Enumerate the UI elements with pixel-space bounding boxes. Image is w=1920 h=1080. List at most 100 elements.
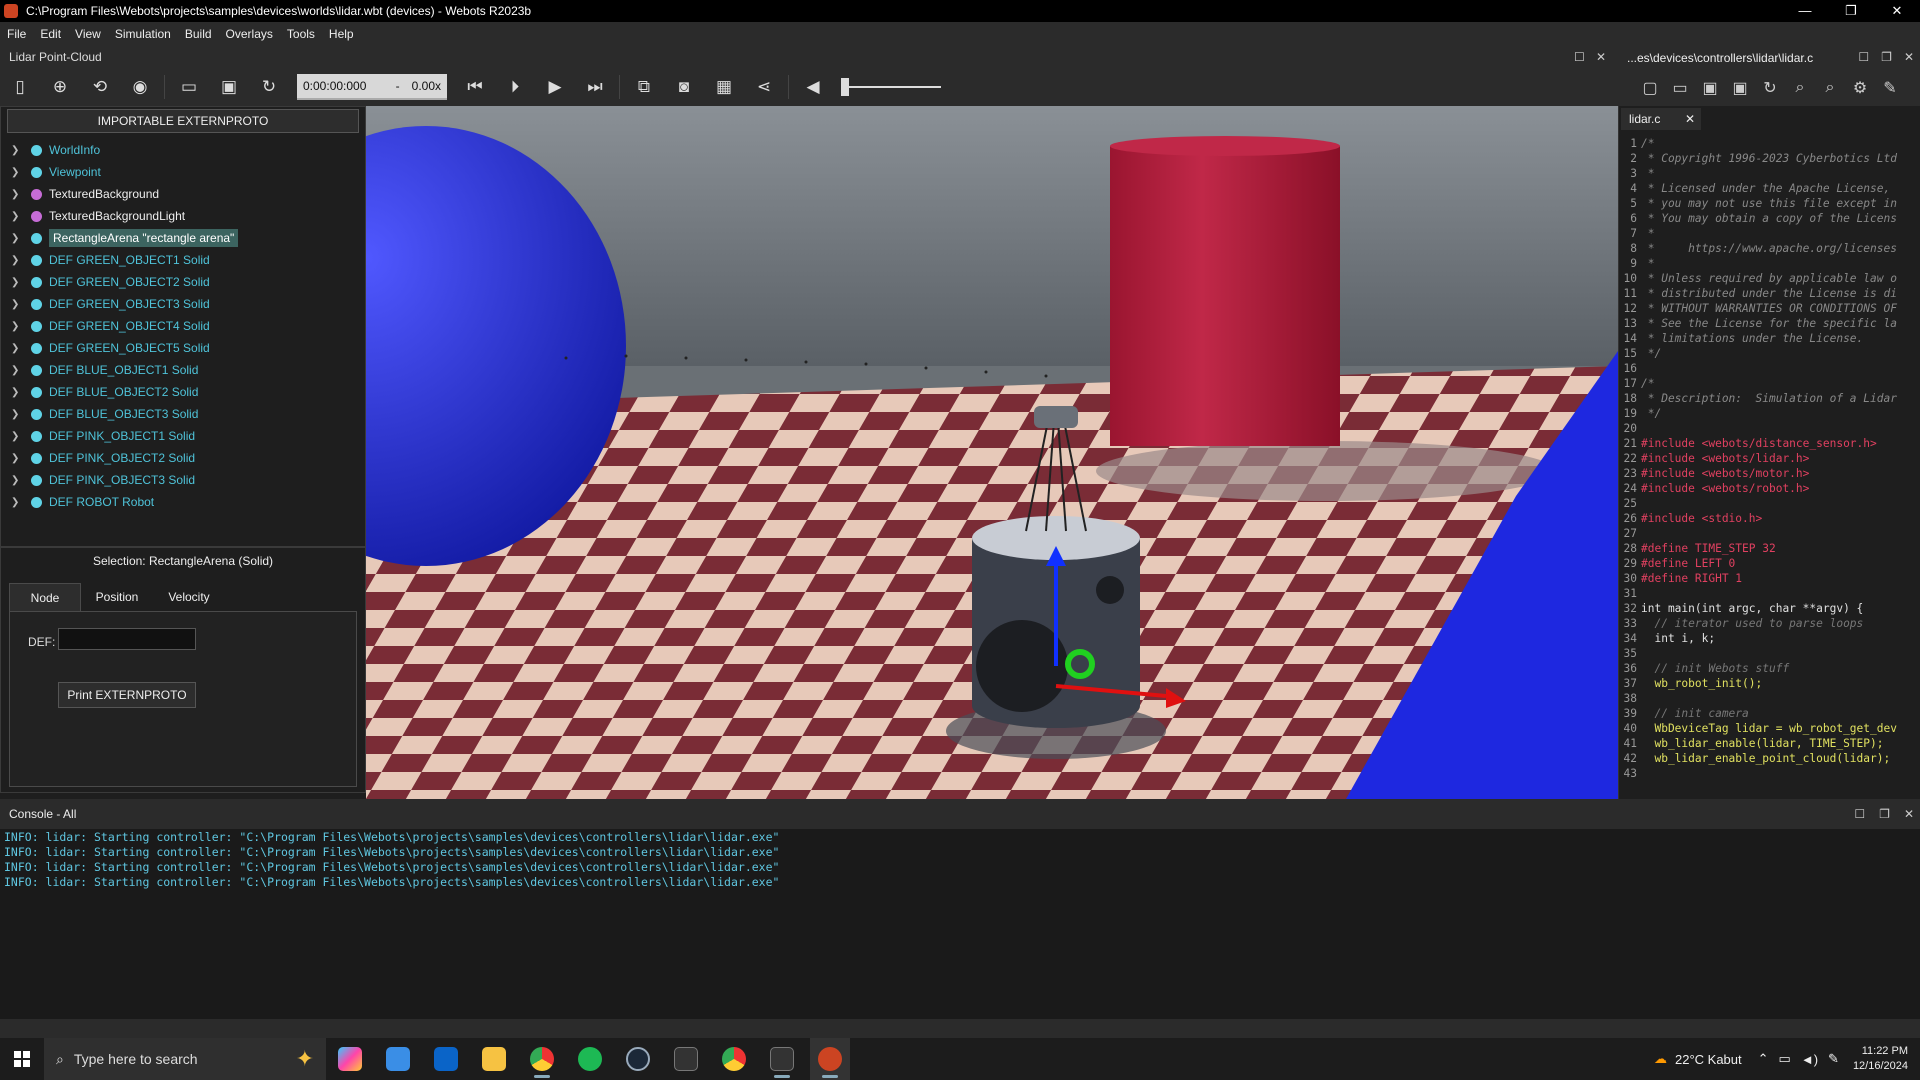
webots-taskbar-icon[interactable] (810, 1038, 850, 1080)
importable-externproto-button[interactable]: IMPORTABLE EXTERNPROTO (7, 109, 359, 133)
menu-overlays[interactable]: Overlays (219, 27, 280, 41)
def-input[interactable] (58, 628, 196, 650)
pen-icon[interactable]: ✎ (1828, 1051, 1839, 1067)
menu-edit[interactable]: Edit (33, 27, 68, 41)
record-movie-icon[interactable]: ▦ (709, 72, 739, 102)
tree-item[interactable]: ❯ DEF GREEN_OBJECT5 Solid (5, 337, 363, 359)
volume-slider[interactable] (841, 75, 941, 99)
chevron-right-icon[interactable]: ❯ (11, 343, 23, 354)
tree-item[interactable]: ❯ DEF PINK_OBJECT3 Solid (5, 469, 363, 491)
share-icon[interactable]: ⋖ (749, 72, 779, 102)
clock[interactable]: 11:22 PM 12/16/2024 (1853, 1044, 1908, 1074)
play-icon[interactable]: ▶ (540, 72, 570, 102)
chevron-right-icon[interactable]: ❯ (11, 167, 23, 178)
tree-item[interactable]: ❯ DEF GREEN_OBJECT1 Solid (5, 249, 363, 271)
chevron-right-icon[interactable]: ❯ (11, 387, 23, 398)
code-editor[interactable]: 1/* 2 * Copyright 1996-2023 Cyberbotics L… (1619, 136, 1920, 796)
tree-item[interactable]: ❯ DEF GREEN_OBJECT3 Solid (5, 293, 363, 315)
new-file-icon[interactable]: ▢ (1638, 76, 1662, 100)
find-icon[interactable]: ⌕ (1788, 76, 1812, 100)
render-toggle-icon[interactable]: ⧉ (629, 72, 659, 102)
clean-icon[interactable]: ✎ (1878, 76, 1902, 100)
chevron-right-icon[interactable]: ❯ (11, 497, 23, 508)
3d-viewport[interactable] (366, 106, 1618, 799)
chevron-right-icon[interactable]: ❯ (11, 431, 23, 442)
tree-item[interactable]: ❯ DEF PINK_OBJECT2 Solid (5, 447, 363, 469)
chevron-right-icon[interactable]: ❯ (11, 475, 23, 486)
save-as-icon[interactable]: ▣ (1728, 76, 1752, 100)
network-icon[interactable]: ▭ (1779, 1051, 1791, 1067)
tree-item[interactable]: ❯ Viewpoint (5, 161, 363, 183)
chevron-right-icon[interactable]: ❯ (11, 299, 23, 310)
editor-close-icon[interactable]: ✕ (1904, 50, 1914, 64)
tree-item[interactable]: ❯ DEF PINK_OBJECT1 Solid (5, 425, 363, 447)
tree-item[interactable]: ❯ RectangleArena "rectangle arena" (5, 227, 363, 249)
console-output[interactable]: INFO: lidar: Starting controller: "C:\Pr… (0, 829, 1920, 1019)
screenshot-icon[interactable]: ◙ (669, 72, 699, 102)
chevron-right-icon[interactable]: ❯ (11, 453, 23, 464)
tree-item[interactable]: ❯ DEF BLUE_OBJECT3 Solid (5, 403, 363, 425)
menu-help[interactable]: Help (322, 27, 361, 41)
tab-position[interactable]: Position (81, 583, 153, 611)
editor-float-icon[interactable]: ☐ (1858, 50, 1869, 64)
tree-item[interactable]: ❯ WorldInfo (5, 139, 363, 161)
menu-tools[interactable]: Tools (280, 27, 322, 41)
reset-simulation-icon[interactable]: ⏮ (460, 72, 490, 102)
chevron-right-icon[interactable]: ❯ (11, 365, 23, 376)
tree-item[interactable]: ❯ DEF BLUE_OBJECT2 Solid (5, 381, 363, 403)
chrome-icon[interactable] (522, 1038, 562, 1080)
tab-lidar-c[interactable]: lidar.c ✕ (1621, 108, 1701, 130)
menu-file[interactable]: File (0, 27, 33, 41)
store-icon[interactable] (378, 1038, 418, 1080)
reload-world-icon[interactable]: ↻ (254, 72, 284, 102)
steam-icon[interactable] (618, 1038, 658, 1080)
tree-item[interactable]: ❯ TexturedBackground (5, 183, 363, 205)
menu-view[interactable]: View (68, 27, 108, 41)
menu-build[interactable]: Build (178, 27, 219, 41)
tab-velocity[interactable]: Velocity (153, 583, 225, 611)
tree-item[interactable]: ❯ DEF BLUE_OBJECT1 Solid (5, 359, 363, 381)
menu-simulation[interactable]: Simulation (108, 27, 178, 41)
reset-viewpoint-icon[interactable]: ⟲ (85, 72, 115, 102)
revert-icon[interactable]: ↻ (1758, 76, 1782, 100)
outlook-icon[interactable] (426, 1038, 466, 1080)
print-externproto-button[interactable]: Print EXTERNPROTO (58, 682, 196, 708)
chevron-right-icon[interactable]: ❯ (11, 211, 23, 222)
editor-maximize-icon[interactable]: ❐ (1881, 50, 1892, 64)
view-icon[interactable]: ◉ (125, 72, 155, 102)
close-view-icon[interactable]: ✕ (1596, 50, 1606, 64)
chevron-right-icon[interactable]: ❯ (11, 277, 23, 288)
tray-chevron-icon[interactable]: ⌃ (1758, 1051, 1769, 1067)
volume-icon[interactable]: ◄) (1801, 1052, 1818, 1067)
copilot-icon[interactable] (330, 1038, 370, 1080)
weather-text[interactable]: 22°C Kabut (1675, 1052, 1742, 1067)
chevron-right-icon[interactable]: ❯ (11, 321, 23, 332)
chevron-right-icon[interactable]: ❯ (11, 255, 23, 266)
close-tab-icon[interactable]: ✕ (1685, 112, 1695, 126)
toggle-scene-tree-icon[interactable]: ▯ (5, 72, 35, 102)
tree-item[interactable]: ❯ TexturedBackgroundLight (5, 205, 363, 227)
step-icon[interactable]: ⏵ (500, 72, 530, 102)
tree-item[interactable]: ❯ DEF ROBOT Robot (5, 491, 363, 513)
save-world-icon[interactable]: ▣ (214, 72, 244, 102)
tab-node[interactable]: Node (9, 583, 81, 611)
mute-icon[interactable]: ◀ (798, 72, 828, 102)
save-file-icon[interactable]: ▣ (1698, 76, 1722, 100)
build-settings-icon[interactable]: ⚙ (1848, 76, 1872, 100)
fast-forward-icon[interactable]: ⏭ (580, 72, 610, 102)
chrome-profile-icon[interactable] (714, 1038, 754, 1080)
epic-games-icon[interactable] (666, 1038, 706, 1080)
file-explorer-icon[interactable] (474, 1038, 514, 1080)
chevron-right-icon[interactable]: ❯ (11, 189, 23, 200)
console-float-icon[interactable]: ☐ (1854, 807, 1865, 821)
maximize-icon[interactable]: ❐ (1828, 3, 1874, 19)
chevron-right-icon[interactable]: ❯ (11, 145, 23, 156)
taskbar-search[interactable]: ⌕ Type here to search ✦ (44, 1038, 326, 1080)
add-node-icon[interactable]: ⊕ (45, 72, 75, 102)
start-button[interactable] (0, 1038, 44, 1080)
console-close-icon[interactable]: ✕ (1904, 807, 1914, 821)
volume-slider-thumb[interactable] (841, 78, 849, 96)
open-file-icon[interactable]: ▭ (1668, 76, 1692, 100)
chevron-right-icon[interactable]: ❯ (11, 409, 23, 420)
float-icon[interactable]: ☐ (1574, 50, 1585, 64)
